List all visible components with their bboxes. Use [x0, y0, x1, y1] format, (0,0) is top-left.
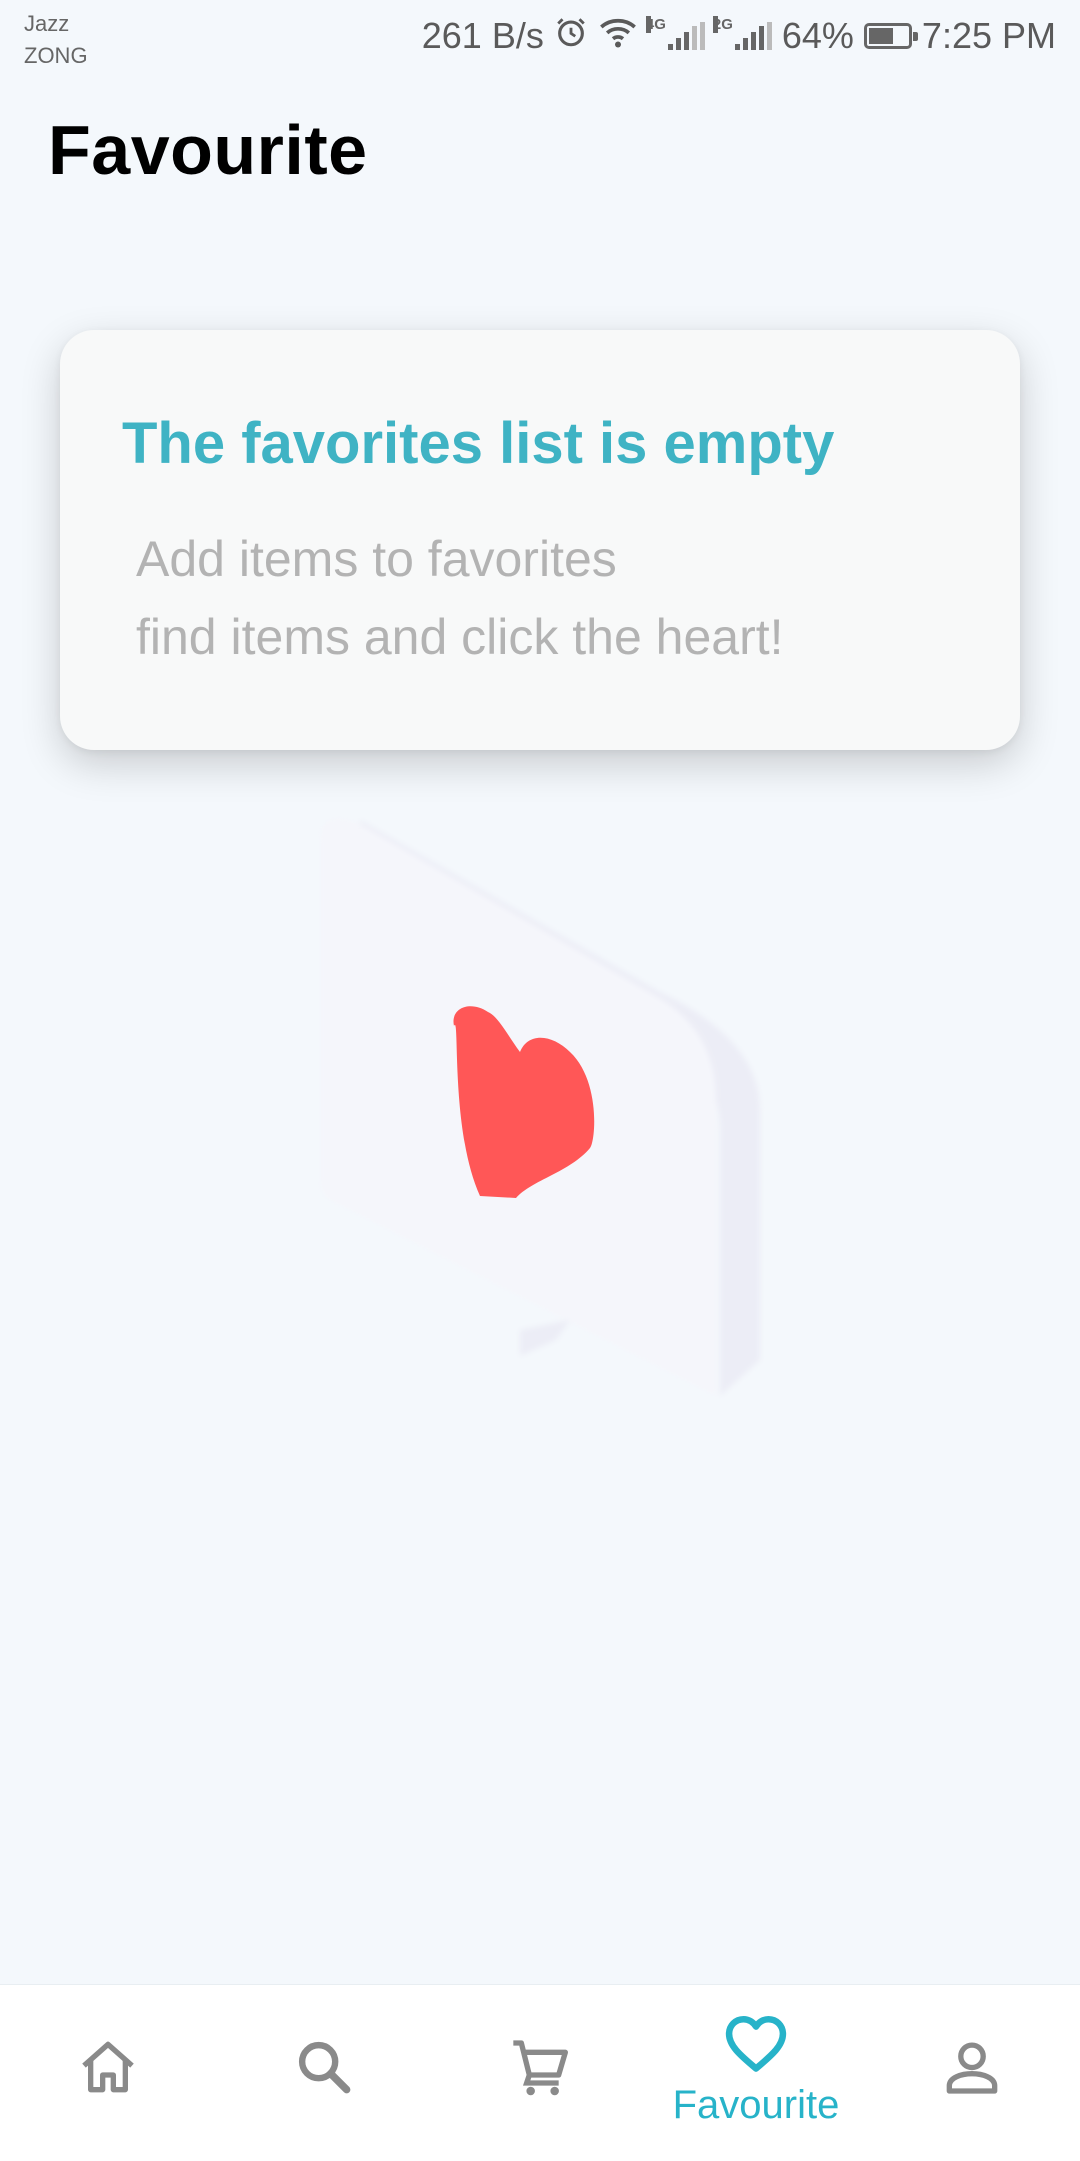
search-icon [298, 2041, 351, 2094]
cart-icon [513, 2040, 568, 2096]
battery-percent: 64% [781, 15, 854, 56]
status-bar: Jazz ZONG 261 B/s 4G 2G 64% 7:25 PM [0, 0, 1080, 72]
person-icon [946, 2042, 998, 2094]
bottom-navigation: Favourite [0, 1984, 1080, 2161]
nav-favourite-label: Favourite [672, 2083, 840, 2127]
home-icon [82, 2041, 134, 2093]
status-icons: 261 B/s 4G 2G 64% 7:25 PM [422, 14, 1056, 58]
empty-favorites-card: The favorites list is empty Add items to… [60, 330, 1020, 750]
page-title: Favourite [48, 111, 368, 189]
signal-icon-1: 4G [645, 16, 705, 50]
nav-home[interactable] [8, 1985, 208, 2161]
nav-search[interactable] [224, 1985, 424, 2161]
carrier-2: ZONG [24, 43, 88, 68]
nav-favourite[interactable]: Favourite [656, 1985, 856, 2161]
empty-favorites-illustration [300, 800, 780, 1420]
clock: 7:25 PM [921, 15, 1056, 56]
empty-state-title: The favorites list is empty [122, 411, 835, 476]
alarm-icon [554, 15, 588, 58]
network-speed: 261 B/s [421, 15, 544, 56]
wifi-icon [598, 15, 638, 58]
carrier-names: Jazz ZONG [24, 8, 88, 72]
signal-icon-2: 2G [712, 16, 772, 50]
empty-state-line-1: Add items to favorites [136, 531, 617, 587]
carrier-1: Jazz [24, 11, 70, 36]
nav-cart[interactable] [440, 1985, 640, 2161]
battery-icon [863, 23, 918, 49]
heart-icon [725, 2015, 787, 2072]
net-tag-2: 2G [712, 16, 733, 33]
nav-profile[interactable] [872, 1985, 1072, 2161]
net-tag-1: 4G [645, 16, 666, 33]
empty-state-line-2: find items and click the heart! [136, 609, 784, 665]
